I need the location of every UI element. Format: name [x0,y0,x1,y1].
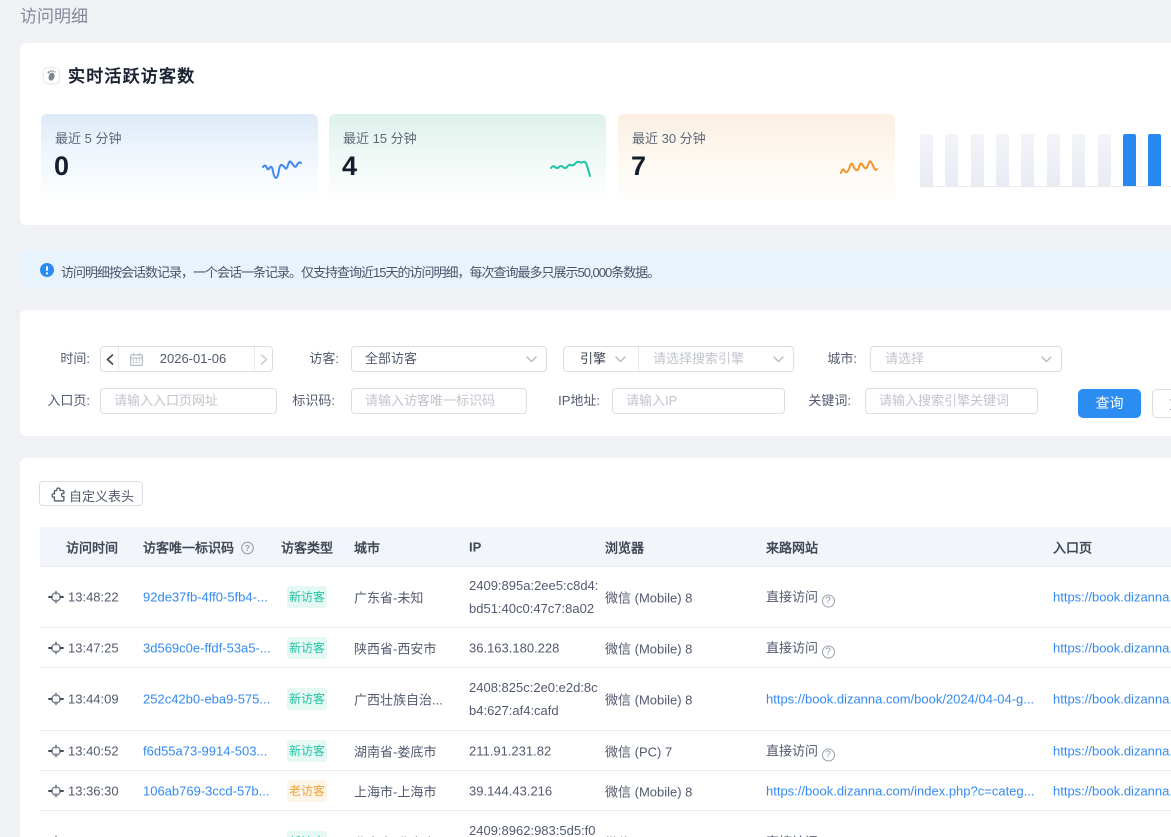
svg-text:?: ? [245,542,250,552]
